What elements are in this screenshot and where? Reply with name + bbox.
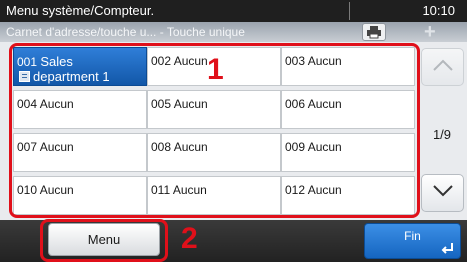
enter-icon xyxy=(441,243,453,254)
status-divider xyxy=(349,2,350,20)
end-button-label: Fin xyxy=(404,229,421,243)
printer-icon[interactable] xyxy=(362,23,386,41)
sub-header-title: Carnet d'adresse/touche u... - Touche un… xyxy=(6,25,245,39)
page-margin xyxy=(467,0,473,262)
scroll-up-button[interactable] xyxy=(421,48,464,86)
chevron-up-icon xyxy=(432,59,453,71)
plus-icon: + xyxy=(424,21,436,43)
screen-title: Menu système/Compteur. xyxy=(6,3,155,18)
sub-header: Carnet d'adresse/touche u... - Touche un… xyxy=(0,21,467,43)
clock: 10:10 xyxy=(422,3,455,18)
chevron-down-icon xyxy=(432,185,453,197)
page-indicator: 1/9 xyxy=(432,127,452,142)
scroll-column: 1/9 xyxy=(420,48,467,215)
status-bar: Menu système/Compteur. 10:10 xyxy=(0,0,467,22)
callout-number-1: 1 xyxy=(207,53,224,86)
scroll-down-button[interactable] xyxy=(421,174,464,212)
callout-number-2: 2 xyxy=(181,222,198,255)
touch-panel-screen: Menu système/Compteur. 10:10 Carnet d'ad… xyxy=(0,0,467,262)
callout-frame-menu xyxy=(40,219,168,262)
end-button[interactable]: Fin xyxy=(364,223,461,259)
